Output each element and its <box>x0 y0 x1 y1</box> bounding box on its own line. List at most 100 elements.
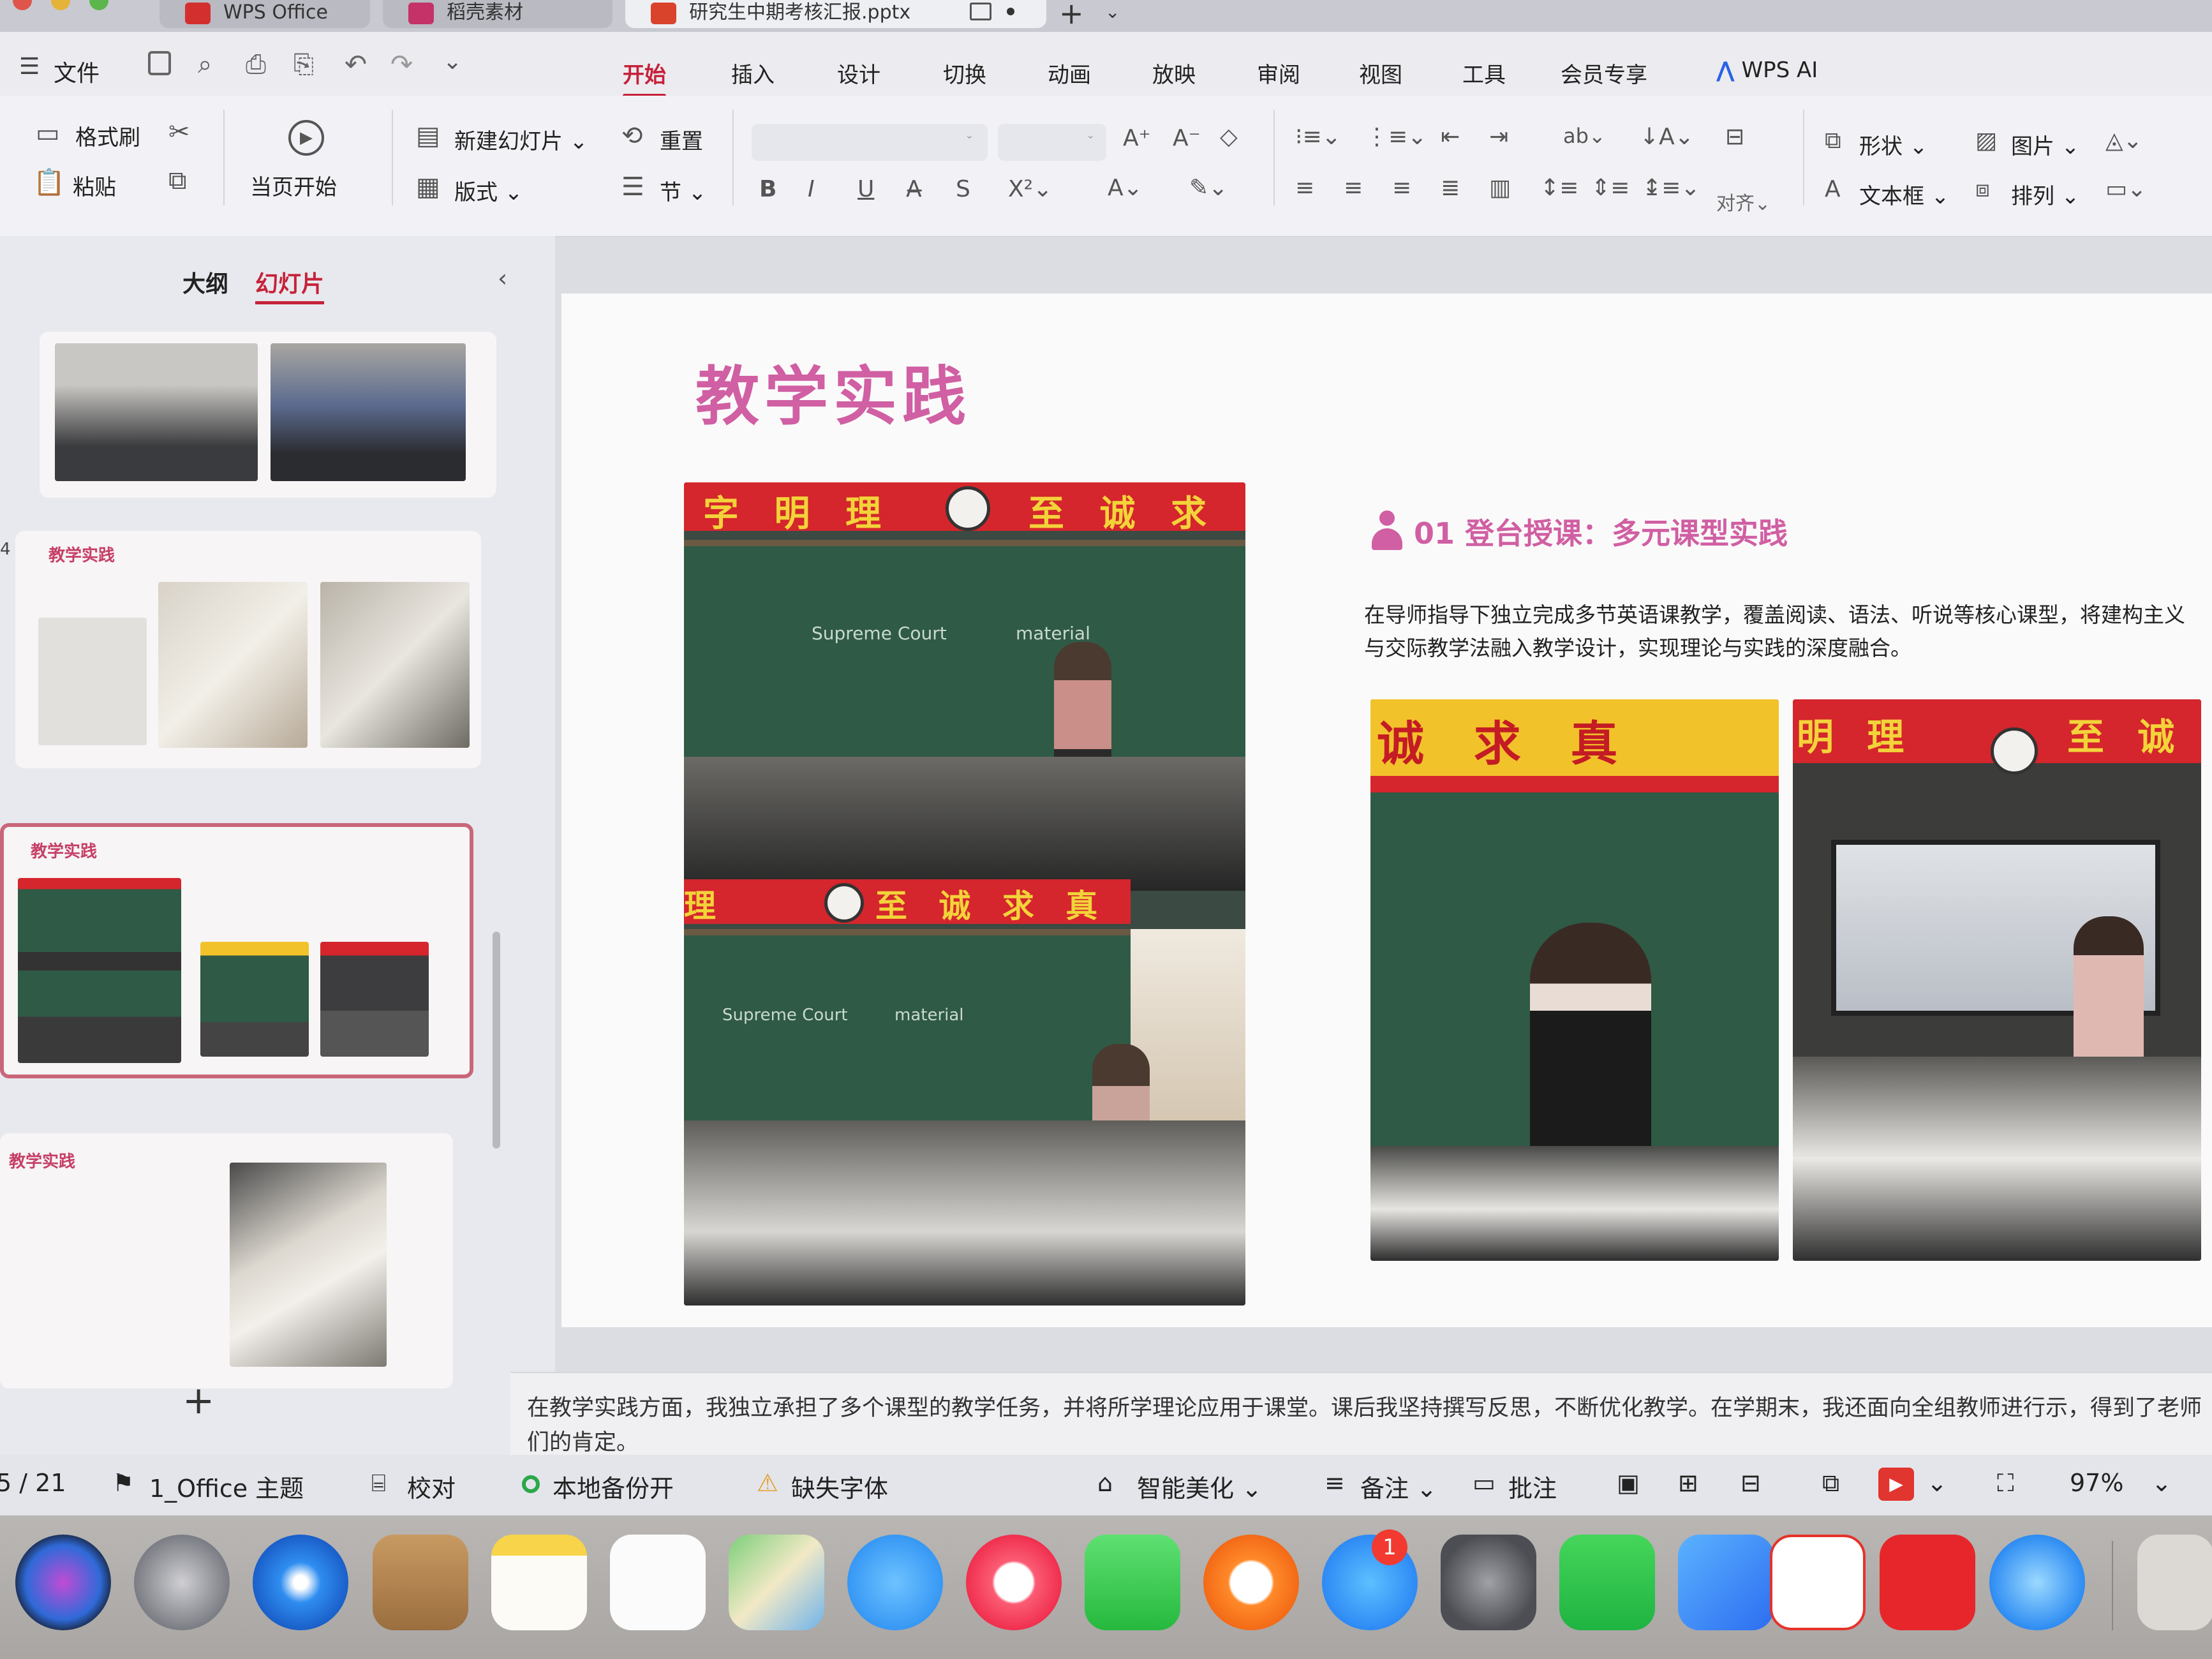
add-slide-button[interactable]: + <box>182 1378 214 1423</box>
slideshow-dropdown-icon[interactable]: ⌄ <box>1927 1469 1947 1497</box>
contacts-icon[interactable] <box>373 1535 468 1630</box>
launchpad-icon[interactable] <box>134 1535 230 1630</box>
grid-view-icon[interactable]: ⊞ <box>1678 1469 1698 1497</box>
play-slideshow-button[interactable]: ▶ <box>1878 1468 1914 1501</box>
window-minimize-button[interactable] <box>51 0 70 10</box>
underline-icon[interactable]: U <box>857 176 874 202</box>
picture-button[interactable]: 图片 ⌄ <box>2011 129 2079 160</box>
slide-canvas[interactable]: 教学实践 字 明 理 至 诚 求 Supreme Court material … <box>561 294 2212 1327</box>
play-current-button[interactable]: 当页开始 <box>250 170 337 201</box>
reminders-icon[interactable] <box>610 1535 706 1630</box>
theme-name[interactable]: 1_Office 主题 <box>149 1469 304 1504</box>
decrease-font-icon[interactable]: A⁻ <box>1173 125 1201 151</box>
font-family-select[interactable]: ⌄ <box>752 124 988 161</box>
zoom-dropdown-icon[interactable]: ⌄ <box>2151 1469 2172 1497</box>
char-spacing-icon[interactable]: ab⌄ <box>1563 124 1606 148</box>
tab-animation[interactable]: 动画 <box>1048 57 1091 89</box>
align-left-icon[interactable]: ≡ <box>1295 175 1314 201</box>
tab-dropdown-icon[interactable]: ⌄ <box>1105 1 1120 22</box>
books-icon[interactable] <box>1203 1535 1299 1630</box>
highlight-icon[interactable]: ✎⌄ <box>1189 175 1228 201</box>
new-slide-button[interactable]: 新建幻灯片 ⌄ <box>454 124 588 155</box>
slide-thumbnail-6[interactable]: 教学实践 <box>0 1133 453 1388</box>
align-center-icon[interactable]: ≡ <box>1344 175 1363 201</box>
reset-button[interactable]: 重置 <box>660 124 703 155</box>
tab-slideshow[interactable]: 放映 <box>1152 57 1196 89</box>
notes-toggle-button[interactable]: 备注 ⌄ <box>1360 1469 1437 1504</box>
print-preview-icon[interactable]: ⎘ <box>293 50 314 79</box>
column-spacing-icon[interactable]: ↨≡⌄ <box>1642 175 1700 201</box>
textbox-button[interactable]: 文本框 ⌄ <box>1859 179 1949 210</box>
italic-icon[interactable]: I <box>808 176 815 202</box>
redo-icon[interactable]: ↷ <box>390 48 413 80</box>
print-icon[interactable]: ⎙ <box>246 50 266 79</box>
system-settings-icon[interactable] <box>1441 1535 1536 1630</box>
hamburger-icon[interactable]: ☰ <box>19 54 40 80</box>
window-close-button[interactable] <box>13 0 32 10</box>
file-menu[interactable]: 文件 <box>54 55 100 88</box>
clear-format-icon[interactable]: ◇ <box>1220 124 1238 150</box>
panel-scrollbar[interactable] <box>493 932 500 1149</box>
quick-access-dropdown-icon[interactable]: ⌄ <box>443 48 462 75</box>
arrange-button[interactable]: 排列 ⌄ <box>2011 179 2079 210</box>
line-spacing-icon[interactable]: ↕≡ <box>1540 175 1578 201</box>
superscript-icon[interactable]: X²⌄ <box>1008 176 1052 202</box>
tab-member[interactable]: 会员专享 <box>1561 57 1647 89</box>
share-icon[interactable]: ⌕ <box>198 50 212 79</box>
font-color-icon[interactable]: A⌄ <box>1108 175 1143 201</box>
tab-home[interactable]: 开始 <box>623 57 666 98</box>
collapse-panel-icon[interactable]: ‹ <box>498 264 507 292</box>
speaker-notes[interactable]: 在教学实践方面，我独立承担了多个课型的教学任务，并将所学理论应用于课堂。课后我坚… <box>510 1372 2212 1456</box>
justify-icon[interactable]: ≣ <box>1441 175 1460 201</box>
proofread-button[interactable]: 校对 <box>407 1469 456 1504</box>
fill-icon[interactable]: ◬⌄ <box>2105 128 2142 154</box>
align-right-icon[interactable]: ≡ <box>1392 175 1411 201</box>
new-tab-button[interactable]: + <box>1059 0 1084 31</box>
tab-design[interactable]: 设计 <box>837 57 880 89</box>
tab-daoke-material[interactable]: 稻壳素材 <box>383 0 612 28</box>
tab-insert[interactable]: 插入 <box>731 57 775 89</box>
downloads-stack-icon[interactable] <box>2137 1535 2212 1630</box>
layout-button[interactable]: 版式 ⌄ <box>454 175 523 206</box>
music-icon[interactable] <box>966 1535 1062 1630</box>
save-icon[interactable] <box>148 51 171 75</box>
fit-window-icon[interactable]: ⛶ <box>1997 1469 2014 1498</box>
slide-thumbnail-5-selected[interactable]: 教学实践 <box>0 823 473 1078</box>
distribute-icon[interactable]: ▥ <box>1489 175 1511 201</box>
tab-transition[interactable]: 切换 <box>943 57 986 89</box>
tab-slides[interactable]: 幻灯片 <box>255 265 325 304</box>
presenter-view-icon[interactable]: ⧉ <box>1822 1469 1839 1498</box>
reading-view-icon[interactable]: ⊟ <box>1741 1469 1761 1497</box>
outline-icon[interactable]: ▭⌄ <box>2105 176 2146 202</box>
format-painter-button[interactable]: 格式刷 <box>75 120 140 151</box>
smart-beautify-button[interactable]: 智能美化 ⌄ <box>1137 1469 1262 1504</box>
text-box-fit-icon[interactable]: ⊟ <box>1725 124 1744 150</box>
text-direction-icon[interactable]: ↓A⌄ <box>1640 124 1694 150</box>
notes-app-icon[interactable] <box>491 1535 587 1630</box>
facetime-icon[interactable] <box>1085 1535 1180 1630</box>
maps-icon[interactable] <box>729 1535 824 1630</box>
zoom-level[interactable]: 97% <box>2070 1469 2123 1497</box>
wechat-icon[interactable] <box>1559 1535 1655 1630</box>
siri-icon[interactable] <box>15 1535 111 1630</box>
netease-music-icon[interactable] <box>1880 1535 1975 1630</box>
outdent-icon[interactable]: ⇤ <box>1441 124 1460 150</box>
slide-thumbnail-4[interactable]: 教学实践 <box>15 531 481 768</box>
indent-icon[interactable]: ⇥ <box>1489 124 1508 150</box>
tab-outline[interactable]: 大纲 <box>182 265 228 299</box>
comments-button[interactable]: 批注 <box>1508 1469 1557 1504</box>
copy-icon[interactable]: ⧉ <box>168 166 187 195</box>
align-button[interactable]: 对齐⌄ <box>1716 188 1770 216</box>
wps-ai-button[interactable]: ⋀ WPS AI <box>1716 57 1818 83</box>
cut-icon[interactable]: ✂ <box>168 117 190 147</box>
quark-browser-icon[interactable] <box>1989 1535 2085 1630</box>
normal-view-icon[interactable]: ▣ <box>1617 1469 1640 1497</box>
strikethrough-icon[interactable]: A̶ <box>906 176 922 202</box>
section-button[interactable]: 节 ⌄ <box>660 175 706 206</box>
tab-tools[interactable]: 工具 <box>1462 57 1506 89</box>
slide-thumbnail-3[interactable] <box>40 332 496 498</box>
undo-icon[interactable]: ↶ <box>345 48 367 80</box>
tab-document[interactable]: 研究生中期考核汇报.pptx <box>625 0 1046 28</box>
paragraph-spacing-icon[interactable]: ⇕≡ <box>1591 175 1629 201</box>
missing-font-button[interactable]: 缺失字体 <box>791 1469 888 1504</box>
